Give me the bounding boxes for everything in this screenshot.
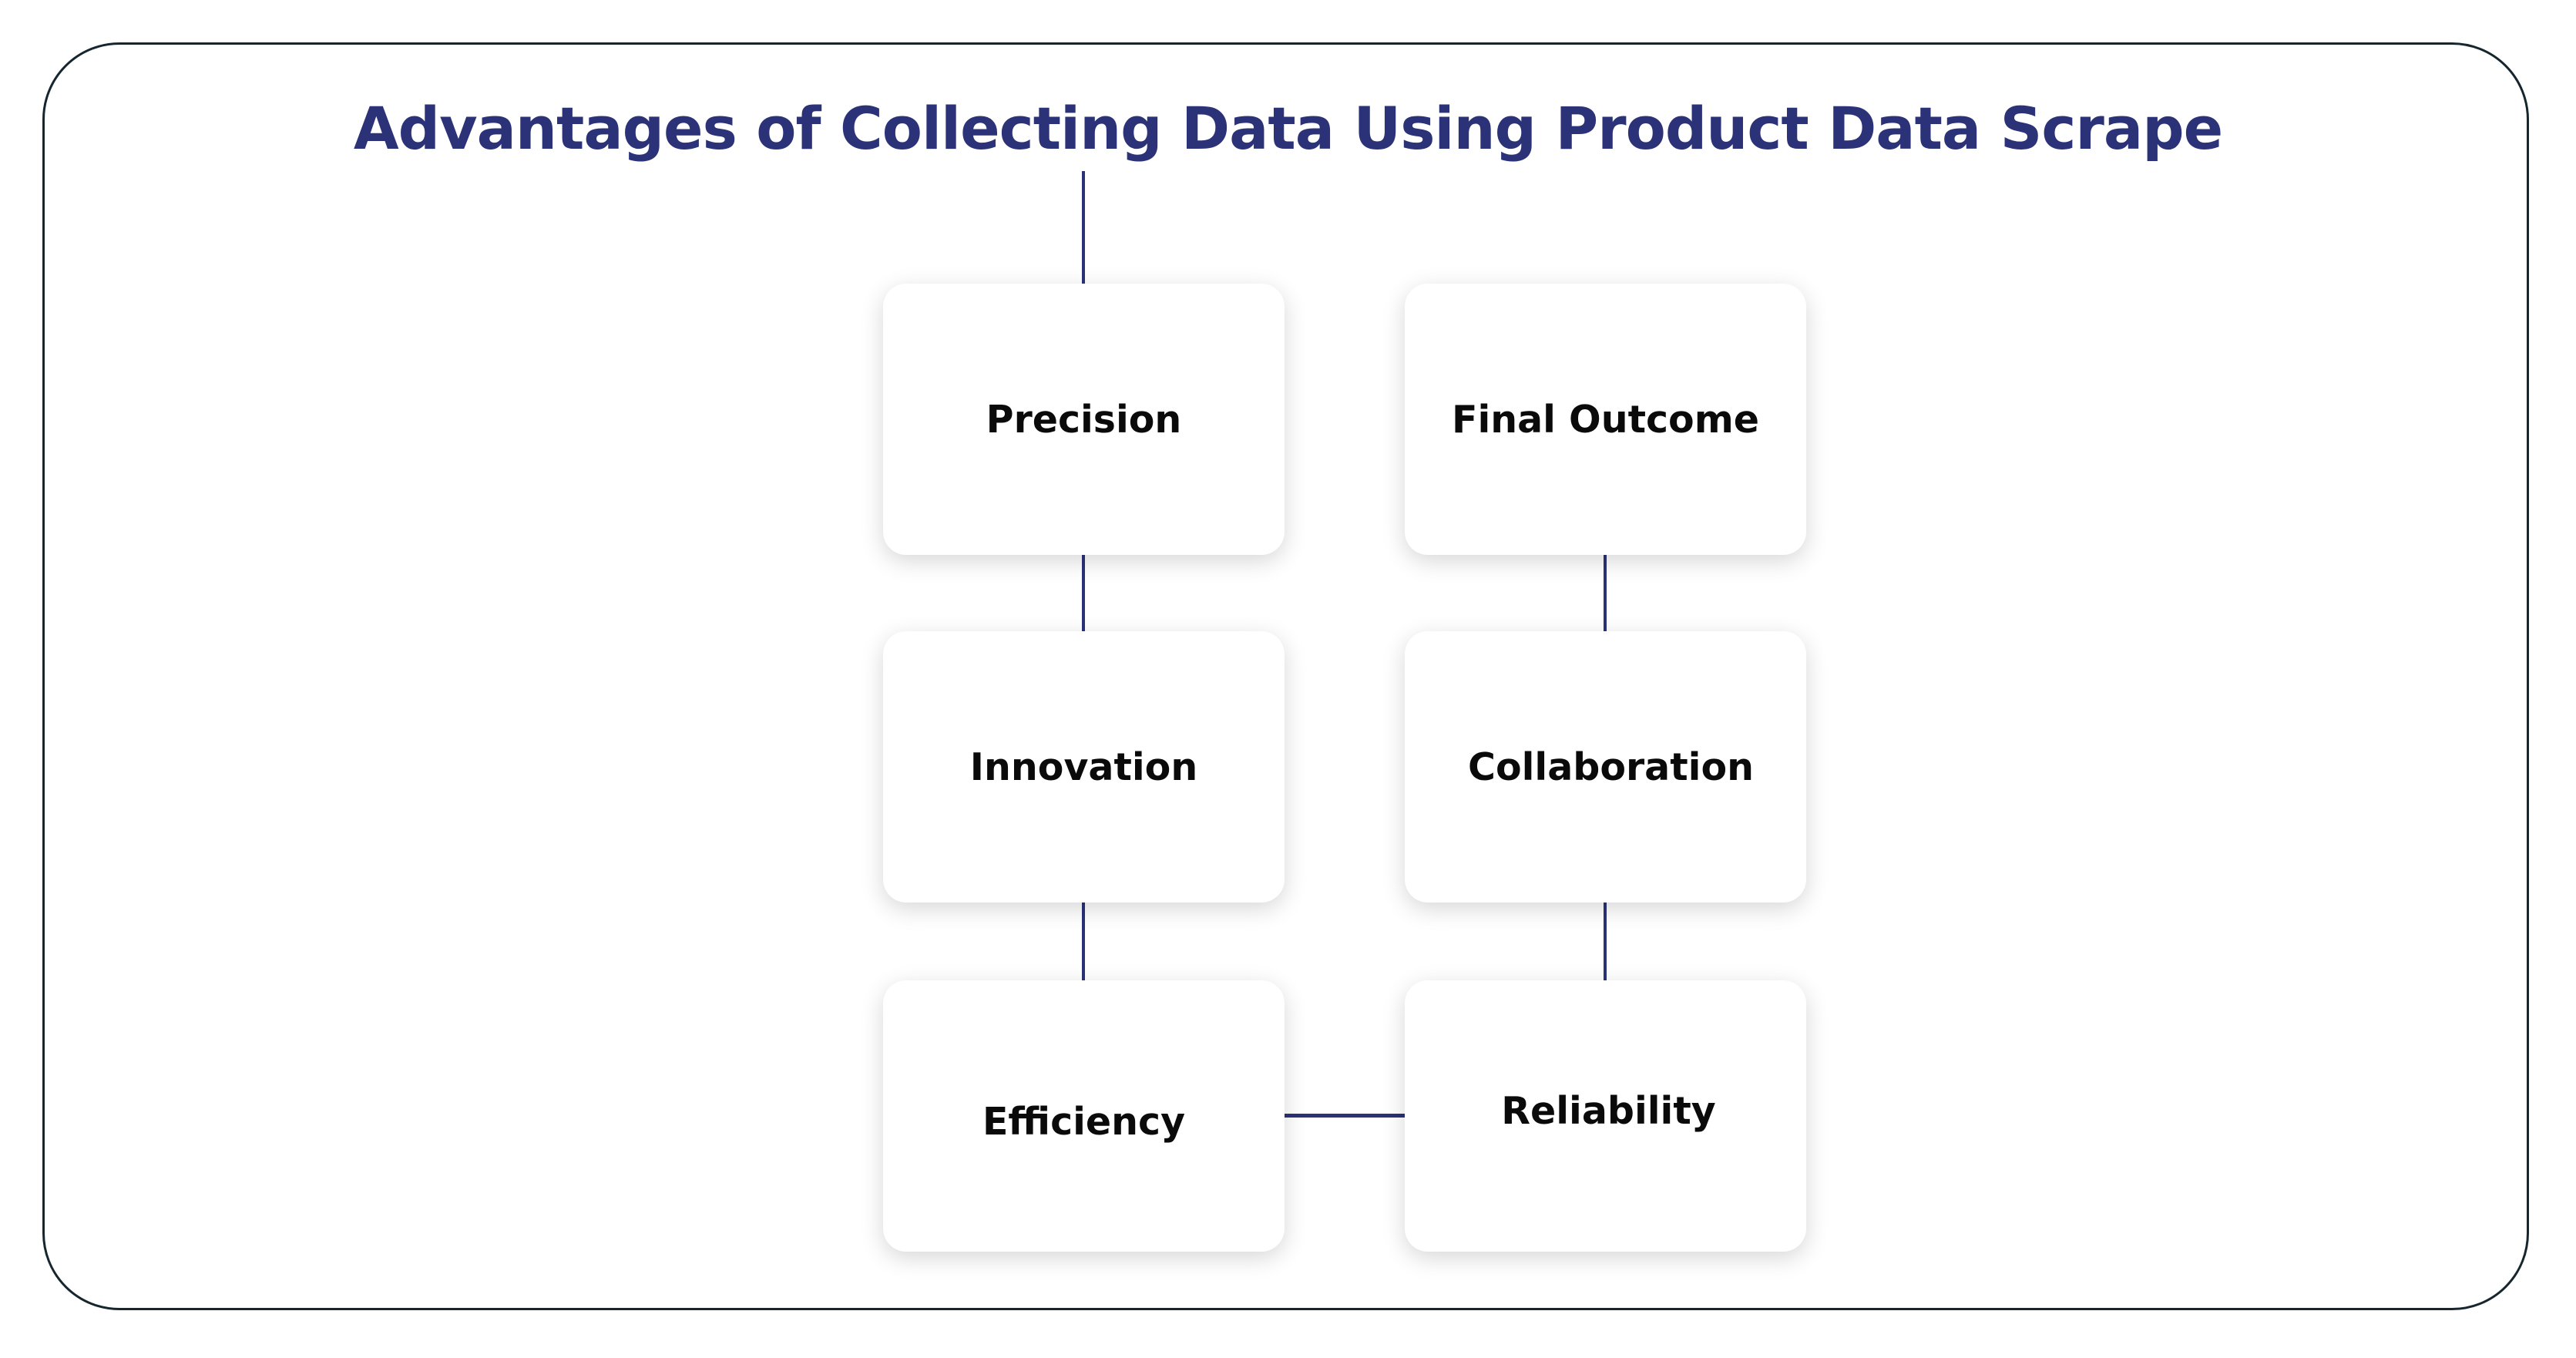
connector-collaboration-final-outcome (1604, 555, 1607, 632)
node-label: Reliability (1501, 1088, 1716, 1133)
connector-title-precision (1082, 171, 1085, 284)
connector-reliability-collaboration (1604, 903, 1607, 980)
connector-innovation-efficiency (1082, 903, 1085, 980)
diagram-frame (42, 42, 2529, 1310)
node-reliability: Reliability (1405, 980, 1806, 1252)
node-final-outcome: Final Outcome (1405, 284, 1806, 555)
connector-precision-innovation (1082, 555, 1085, 632)
node-innovation: Innovation (883, 631, 1285, 903)
node-label: Final Outcome (1451, 397, 1760, 442)
node-label: Collaboration (1467, 745, 1755, 789)
node-label: Precision (986, 397, 1182, 442)
node-precision: Precision (883, 284, 1285, 555)
node-efficiency: Efficiency (883, 980, 1285, 1252)
diagram-title: Advantages of Collecting Data Using Prod… (353, 94, 2223, 163)
connector-efficiency-reliability (1285, 1114, 1405, 1118)
node-label: Innovation (969, 745, 1198, 789)
node-label: Efficiency (982, 1099, 1186, 1144)
node-collaboration: Collaboration (1405, 631, 1806, 903)
